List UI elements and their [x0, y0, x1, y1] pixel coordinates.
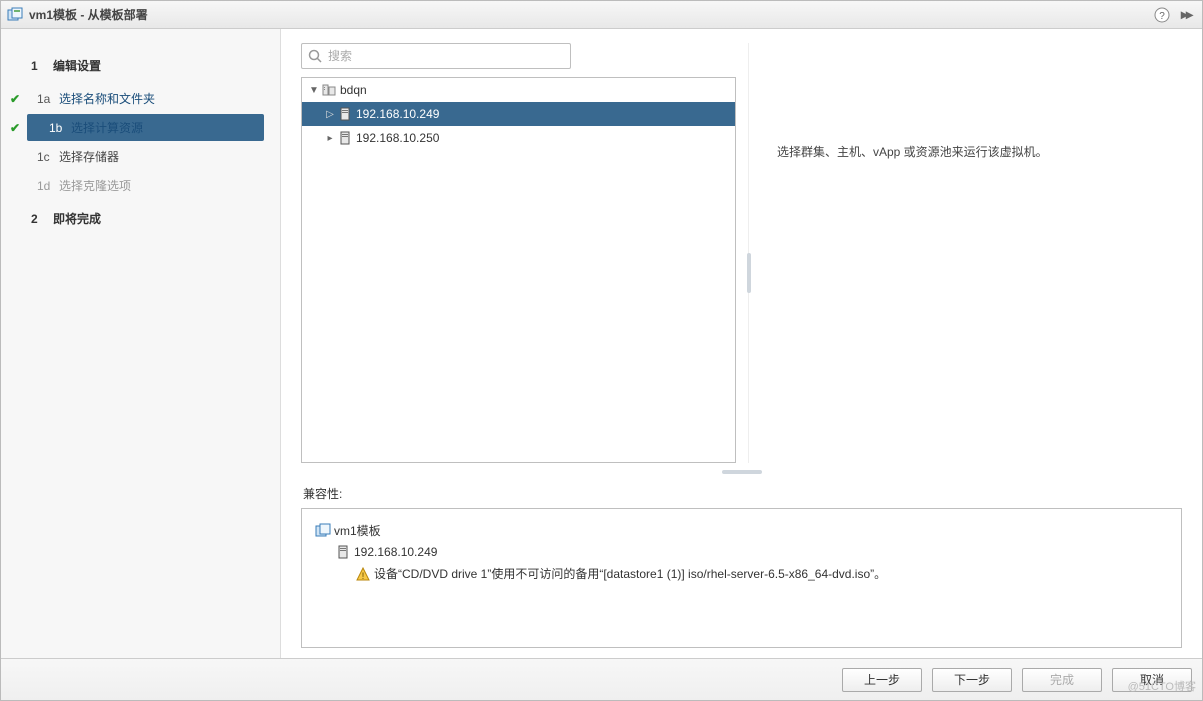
- horizontal-splitter[interactable]: [301, 469, 1182, 475]
- vm-template-icon: [7, 7, 23, 23]
- hint-text: 选择群集、主机、vApp 或资源池来运行该虚拟机。: [777, 145, 1048, 159]
- collapse-icon[interactable]: ▼: [308, 85, 320, 96]
- finish-button: 完成: [1022, 668, 1102, 692]
- step-ready-complete: 2 即将完成: [1, 204, 280, 233]
- compat-warning-text: 设备“CD/DVD drive 1”使用不可访问的备用“[datastore1 …: [374, 565, 886, 582]
- warning-icon: !: [352, 567, 374, 581]
- tree-node-datacenter[interactable]: ▼ bdqn: [302, 78, 735, 102]
- titlebar: vm1模板 - 从模板部署 ? ▸▸: [1, 1, 1202, 29]
- search-box[interactable]: [301, 43, 571, 69]
- next-button[interactable]: 下一步: [932, 668, 1012, 692]
- step-select-storage[interactable]: ✔ 1c 选择存储器: [1, 142, 280, 171]
- compat-host-row: 192.168.10.249: [312, 542, 1171, 562]
- svg-text:?: ?: [1159, 11, 1165, 22]
- compatibility-panel: vm1模板 192.168.10.249 ! 设备“CD/DVD drive 1…: [301, 508, 1182, 648]
- cancel-button[interactable]: 取消: [1112, 668, 1192, 692]
- step-compute-resource[interactable]: 1b 选择计算资源: [27, 114, 264, 141]
- compat-warning-row: ! 设备“CD/DVD drive 1”使用不可访问的备用“[datastore…: [312, 562, 1171, 585]
- step-select-name[interactable]: ✔ 1a 选择名称和文件夹: [1, 84, 280, 113]
- dialog-footer: 上一步 下一步 完成 取消: [1, 658, 1202, 700]
- window-title: vm1模板 - 从模板部署: [29, 6, 148, 23]
- expand-icon[interactable]: ▸: [324, 133, 336, 144]
- host-icon: [332, 545, 354, 559]
- dialog-window: vm1模板 - 从模板部署 ? ▸▸ 1 编辑设置 ✔ 1a 选择名称和文件夹 …: [0, 0, 1203, 701]
- tree-node-host[interactable]: ▸ 192.168.10.250: [302, 126, 735, 150]
- compat-vm-row: vm1模板: [312, 519, 1171, 542]
- compat-host-label: 192.168.10.249: [354, 545, 437, 559]
- expand-icon[interactable]: ▸▸: [1176, 5, 1196, 25]
- datacenter-icon: [320, 83, 338, 97]
- vm-template-icon: [312, 523, 334, 539]
- search-input[interactable]: [326, 48, 564, 64]
- step-select-clone-options: ✔ 1d 选择克隆选项: [1, 171, 280, 200]
- host-icon: [336, 107, 354, 121]
- resource-tree[interactable]: ▼ bdqn ▷ 192.168.10.249: [301, 77, 736, 463]
- hint-pane: 选择群集、主机、vApp 或资源池来运行该虚拟机。: [748, 43, 1182, 463]
- help-icon[interactable]: ?: [1152, 5, 1172, 25]
- compatibility-label: 兼容性:: [303, 485, 1182, 502]
- step-compute-row: ✔ 1b 选择计算资源: [1, 113, 280, 142]
- tree-node-host[interactable]: ▷ 192.168.10.249: [302, 102, 735, 126]
- search-icon: [308, 49, 322, 63]
- back-button[interactable]: 上一步: [842, 668, 922, 692]
- check-icon: ✔: [7, 121, 23, 135]
- expand-icon[interactable]: ▷: [324, 109, 336, 120]
- step-edit-settings: 1 编辑设置: [1, 51, 280, 80]
- vertical-splitter[interactable]: [747, 253, 751, 293]
- check-icon: ✔: [7, 92, 23, 106]
- wizard-sidebar: 1 编辑设置 ✔ 1a 选择名称和文件夹 ✔ 1b 选择计算资源 ✔ 1c 选择…: [1, 29, 281, 658]
- compat-vm-label: vm1模板: [334, 522, 381, 539]
- svg-text:!: !: [362, 571, 365, 581]
- host-icon: [336, 131, 354, 145]
- main-pane: ▼ bdqn ▷ 192.168.10.249: [281, 29, 1202, 658]
